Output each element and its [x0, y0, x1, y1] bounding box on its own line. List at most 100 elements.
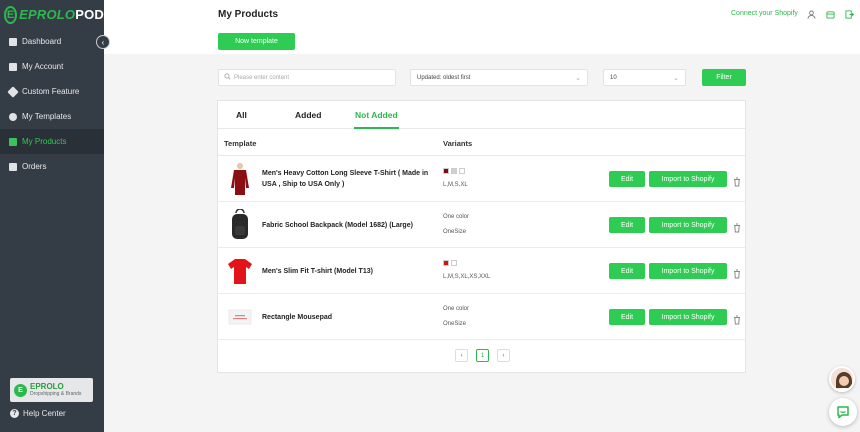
- sidebar-item-label: My Templates: [22, 112, 72, 121]
- prev-page-button[interactable]: ‹: [455, 349, 468, 362]
- backpack-icon: [226, 207, 254, 243]
- table-row: Rectangle Mousepad One color OneSize Edi…: [218, 294, 745, 340]
- chevron-down-icon: ⌄: [673, 75, 679, 82]
- table-row: Fabric School Backpack (Model 1682) (Lar…: [218, 202, 745, 248]
- import-to-shopify-button[interactable]: Import to Shopify: [649, 171, 727, 187]
- products-card: All Added Not Added Template Variants Me…: [217, 100, 746, 373]
- variant-sizes: L,M,S,XL: [443, 182, 468, 188]
- next-page-button[interactable]: ›: [497, 349, 510, 362]
- dashboard-icon: [9, 37, 17, 46]
- page-number-button[interactable]: 1: [476, 349, 489, 362]
- sidebar-item-label: My Products: [22, 137, 67, 146]
- help-icon: ?: [10, 409, 19, 418]
- tab-all[interactable]: All: [236, 110, 247, 120]
- product-name-line: Fabric School Backpack (Model 1682) (Lar…: [262, 222, 413, 229]
- product-name-line: Men's Heavy Cotton Long Sleeve T-Shirt (…: [262, 170, 429, 177]
- sort-value: Updated: oldest first: [417, 74, 471, 81]
- edit-button[interactable]: Edit: [609, 217, 645, 233]
- import-to-shopify-button[interactable]: Import to Shopify: [649, 309, 727, 325]
- page-size-select[interactable]: 10 ⌄: [603, 69, 686, 86]
- help-center-label: Help Center: [23, 409, 66, 418]
- sidebar-item-my-products[interactable]: My Products: [0, 129, 104, 154]
- color-swatch[interactable]: [443, 260, 449, 266]
- orders-icon: [9, 162, 17, 171]
- chat-icon[interactable]: [829, 398, 857, 426]
- search-icon: [224, 73, 231, 82]
- trash-icon[interactable]: [733, 174, 741, 187]
- variant-sizes: OneSize: [443, 321, 467, 327]
- brand-name-suffix: POD: [75, 7, 104, 22]
- product-name: Rectangle Mousepad: [262, 312, 440, 323]
- sidebar-item-my-account[interactable]: My Account: [0, 54, 104, 79]
- eprolo-promo-banner[interactable]: E EPROLO Dropshipping & Brands: [10, 378, 93, 402]
- table-row: Men's Slim Fit T-shirt (Model T13) L,M,S…: [218, 248, 745, 294]
- connect-shopify-link[interactable]: Connect your Shopify: [731, 10, 798, 17]
- product-name: Men's Slim Fit T-shirt (Model T13): [262, 266, 440, 277]
- page-title: My Products: [218, 9, 279, 20]
- user-icon[interactable]: [806, 9, 816, 19]
- sidebar-item-label: Custom Feature: [22, 87, 80, 96]
- help-center-link[interactable]: ? Help Center: [10, 409, 66, 418]
- sort-select[interactable]: Updated: oldest first ⌄: [410, 69, 588, 86]
- promo-logo-icon: E: [14, 383, 27, 397]
- variant-color: One color: [443, 214, 470, 220]
- pagination: ‹ 1 ›: [455, 349, 510, 362]
- sidebar-item-label: Dashboard: [22, 37, 62, 46]
- mousepad-icon: [226, 299, 254, 335]
- color-swatch[interactable]: [459, 168, 465, 174]
- products-icon: [9, 137, 17, 146]
- store-icon[interactable]: [825, 9, 835, 19]
- sidebar-item-label: Orders: [22, 162, 47, 171]
- color-swatch[interactable]: [451, 168, 457, 174]
- edit-button[interactable]: Edit: [609, 171, 645, 187]
- account-icon: [9, 62, 17, 71]
- brand-logo[interactable]: E EPROLOPOD: [0, 0, 104, 29]
- product-name: Fabric School Backpack (Model 1682) (Lar…: [262, 220, 440, 231]
- tab-bar: All Added Not Added: [218, 101, 745, 129]
- search-placeholder: Please enter content: [234, 74, 290, 81]
- trash-icon[interactable]: [733, 266, 741, 279]
- trash-icon[interactable]: [733, 312, 741, 325]
- brand-badge-icon: E: [4, 5, 18, 24]
- variant-sizes: L,M,S,XL,XS,XXL: [443, 274, 491, 280]
- new-template-button[interactable]: Now template: [218, 33, 295, 50]
- sidebar: E EPROLOPOD Dashboard My Account Custom …: [0, 0, 104, 432]
- column-header-template: Template: [224, 139, 257, 148]
- variant-color: One color: [443, 306, 470, 312]
- sidebar-nav: Dashboard My Account Custom Feature My T…: [0, 29, 104, 179]
- search-input[interactable]: Please enter content: [218, 69, 396, 86]
- active-tab-indicator: [354, 127, 399, 129]
- sidebar-item-dashboard[interactable]: Dashboard: [0, 29, 104, 54]
- chevron-left-icon: ‹: [101, 37, 105, 47]
- color-swatches: [443, 260, 457, 266]
- toolbar-row: Now template: [104, 29, 860, 54]
- sidebar-item-label: My Account: [22, 62, 64, 71]
- tab-not-added[interactable]: Not Added: [355, 110, 398, 120]
- tools-icon: [7, 85, 19, 98]
- longsleeve-shirt-icon: [226, 161, 254, 197]
- tab-added[interactable]: Added: [295, 110, 321, 120]
- tshirt-icon: [226, 253, 254, 289]
- support-agent-avatar[interactable]: [829, 366, 855, 392]
- variant-sizes: OneSize: [443, 229, 467, 235]
- templates-icon: [9, 112, 17, 121]
- sidebar-item-custom-feature[interactable]: Custom Feature: [0, 79, 104, 104]
- sidebar-item-orders[interactable]: Orders: [0, 154, 104, 179]
- product-name-line: Rectangle Mousepad: [262, 314, 333, 321]
- column-header-variants: Variants: [443, 139, 473, 148]
- filter-button[interactable]: Filter: [702, 69, 746, 86]
- import-to-shopify-button[interactable]: Import to Shopify: [649, 263, 727, 279]
- trash-icon[interactable]: [733, 220, 741, 233]
- color-swatch[interactable]: [443, 168, 449, 174]
- brand-name-prefix: EPROLO: [19, 7, 76, 22]
- color-swatches: [443, 168, 465, 174]
- sidebar-item-my-templates[interactable]: My Templates: [0, 104, 104, 129]
- color-swatch[interactable]: [451, 260, 457, 266]
- edit-button[interactable]: Edit: [609, 263, 645, 279]
- import-to-shopify-button[interactable]: Import to Shopify: [649, 217, 727, 233]
- page-size-value: 10: [610, 74, 617, 81]
- sidebar-collapse-button[interactable]: ‹: [96, 35, 110, 49]
- promo-title: EPROLO: [30, 381, 64, 391]
- edit-button[interactable]: Edit: [609, 309, 645, 325]
- logout-icon[interactable]: [844, 9, 854, 19]
